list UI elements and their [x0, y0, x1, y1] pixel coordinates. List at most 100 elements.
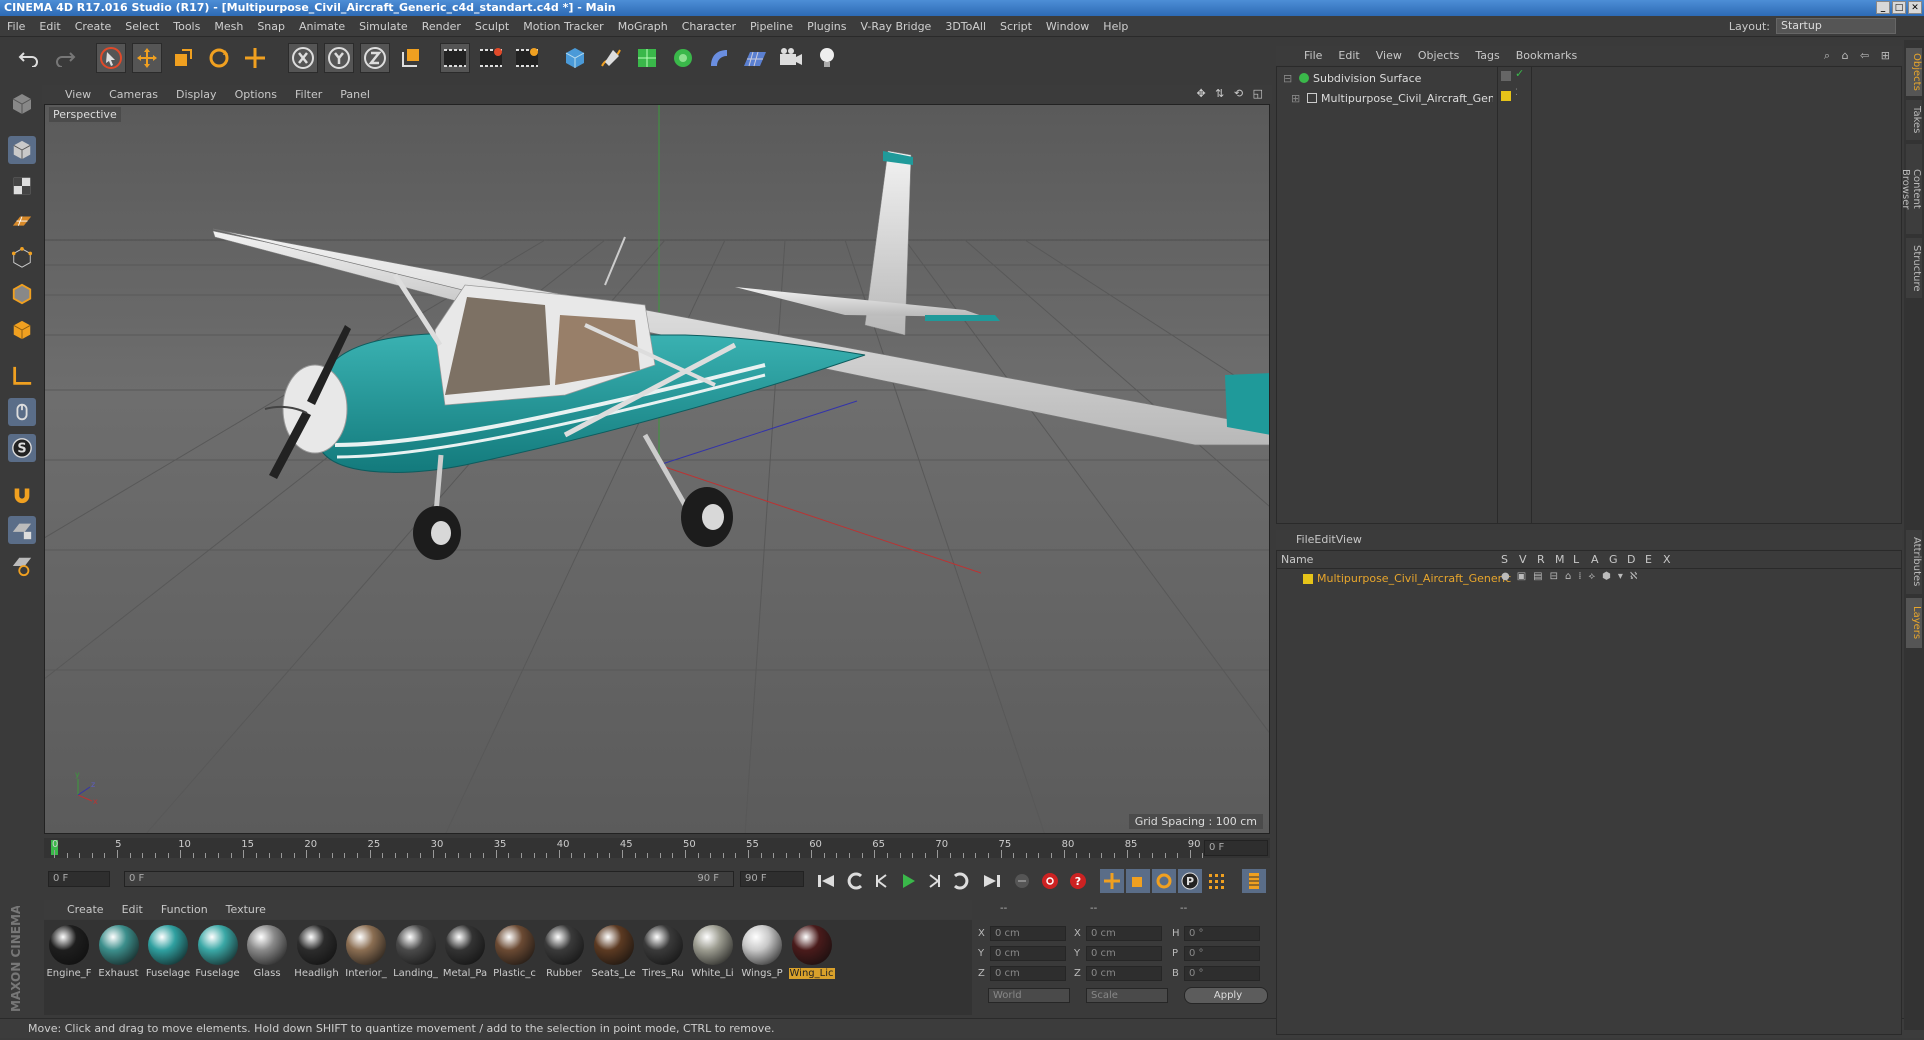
- menu-render[interactable]: Render: [415, 20, 468, 33]
- visibility-dots-icon[interactable]: ⁚: [1515, 88, 1518, 98]
- y-axis-lock-icon[interactable]: [324, 43, 354, 73]
- menu-help[interactable]: Help: [1096, 20, 1135, 33]
- coordinate-system-icon[interactable]: [396, 43, 426, 73]
- material-menu-edit[interactable]: Edit: [113, 903, 152, 916]
- expand-icon[interactable]: ⊞: [1291, 92, 1303, 105]
- material-menu-texture[interactable]: Texture: [217, 903, 275, 916]
- coordinate-mode-dropdown[interactable]: World: [988, 988, 1070, 1003]
- layer-name[interactable]: Multipurpose_Civil_Aircraft_Generic: [1317, 572, 1511, 585]
- rot-b-field[interactable]: 0 °: [1184, 966, 1260, 981]
- transform-mode-dropdown[interactable]: Scale: [1086, 988, 1168, 1003]
- recent-tools-icon[interactable]: [240, 43, 270, 73]
- tab-takes[interactable]: Takes: [1906, 100, 1922, 140]
- object-menu-edit[interactable]: Edit: [1330, 49, 1367, 62]
- tab-layers[interactable]: Layers: [1906, 598, 1922, 648]
- snap-s-icon[interactable]: S: [8, 434, 36, 462]
- make-editable-icon[interactable]: [8, 90, 36, 118]
- light-icon[interactable]: [812, 43, 842, 73]
- material-swatch[interactable]: Metal_Pa: [442, 922, 488, 984]
- snapping-magnet-icon[interactable]: [8, 480, 36, 508]
- object-menu-tags[interactable]: Tags: [1467, 49, 1507, 62]
- tweak-mode-icon[interactable]: [8, 398, 36, 426]
- menu-select[interactable]: Select: [118, 20, 166, 33]
- material-preview[interactable]: [395, 925, 436, 965]
- viewport-camera-label[interactable]: Perspective: [49, 107, 121, 122]
- key-scale-icon[interactable]: [1126, 869, 1150, 893]
- spline-pen-icon[interactable]: [596, 43, 626, 73]
- floor-environment-icon[interactable]: [740, 43, 770, 73]
- material-preview[interactable]: [148, 925, 188, 965]
- undo-icon[interactable]: [14, 43, 44, 73]
- prev-key-icon[interactable]: [844, 869, 868, 893]
- menu-pipeline[interactable]: Pipeline: [743, 20, 800, 33]
- menu-file[interactable]: File: [0, 20, 32, 33]
- texture-mode-icon[interactable]: [8, 172, 36, 200]
- layout-dropdown[interactable]: Startup: [1776, 18, 1896, 34]
- axis-mode-icon[interactable]: [8, 362, 36, 390]
- menu-3dtoall[interactable]: 3DToAll: [938, 20, 993, 33]
- planar-workplane-icon[interactable]: [8, 552, 36, 580]
- key-position-icon[interactable]: [1100, 869, 1124, 893]
- tab-content-browser[interactable]: Content Browser: [1900, 144, 1922, 234]
- coord-x-position-field[interactable]: 0 cm: [990, 926, 1066, 941]
- material-preview[interactable]: [98, 925, 139, 965]
- menu-window[interactable]: Window: [1039, 20, 1096, 33]
- workplane-lock-icon[interactable]: [8, 516, 36, 544]
- object-row-subdivision[interactable]: ⊟ Subdivision Surface: [1277, 69, 1499, 87]
- tab-structure[interactable]: Structure: [1906, 238, 1922, 298]
- material-preview[interactable]: [544, 925, 584, 965]
- object-menu-objects[interactable]: Objects: [1410, 49, 1468, 62]
- viewport-menu-view[interactable]: View: [56, 88, 100, 101]
- material-menu-function[interactable]: Function: [152, 903, 217, 916]
- material-swatch[interactable]: Exhaust: [96, 922, 142, 984]
- viewport-nav-icons[interactable]: ✥ ⇅ ⟲ ◱: [1196, 87, 1266, 100]
- material-swatch[interactable]: Rubber: [541, 922, 587, 984]
- material-preview[interactable]: [247, 925, 287, 965]
- size-y-field[interactable]: 0 cm: [1086, 946, 1162, 961]
- timeline-window-icon[interactable]: [1242, 869, 1266, 893]
- layer-color-swatch[interactable]: [1303, 574, 1313, 584]
- max-frame-field[interactable]: 90 F: [740, 871, 804, 887]
- maximize-icon[interactable]: □: [1892, 1, 1906, 14]
- material-preview[interactable]: [296, 925, 337, 965]
- material-preview[interactable]: [494, 925, 535, 965]
- object-menu-view[interactable]: View: [1368, 49, 1410, 62]
- rotate-tool-icon[interactable]: [204, 43, 234, 73]
- layer-row[interactable]: Multipurpose_Civil_Aircraft_Generic ●▣▤⊟…: [1277, 571, 1901, 587]
- render-picture-viewer-icon[interactable]: [476, 43, 506, 73]
- material-swatch[interactable]: Tires_Ru: [640, 922, 686, 984]
- rot-p-field[interactable]: 0 °: [1184, 946, 1260, 961]
- close-icon[interactable]: ✕: [1908, 1, 1922, 14]
- material-swatch[interactable]: White_Li: [690, 922, 736, 984]
- material-swatch[interactable]: Glass: [244, 922, 290, 984]
- object-row-aircraft[interactable]: ⊞ Multipurpose_Civil_Aircraft_Generic: [1277, 89, 1499, 107]
- menu-animate[interactable]: Animate: [292, 20, 352, 33]
- deformer-bend-icon[interactable]: [704, 43, 734, 73]
- material-preview[interactable]: [791, 925, 832, 965]
- expand-icon[interactable]: ⊟: [1283, 72, 1295, 85]
- render-view-icon[interactable]: [440, 43, 470, 73]
- menu-create[interactable]: Create: [68, 20, 119, 33]
- coord-z-position-field[interactable]: 0 cm: [990, 966, 1066, 981]
- tab-attributes[interactable]: Attributes: [1906, 530, 1922, 594]
- material-swatch[interactable]: Plastic_c: [492, 922, 538, 984]
- scale-tool-icon[interactable]: [168, 43, 198, 73]
- viewport-menu-filter[interactable]: Filter: [286, 88, 331, 101]
- size-z-field[interactable]: 0 cm: [1086, 966, 1162, 981]
- menu-plugins[interactable]: Plugins: [800, 20, 853, 33]
- menu-snap[interactable]: Snap: [250, 20, 292, 33]
- menu-tools[interactable]: Tools: [166, 20, 207, 33]
- menu-motion-tracker[interactable]: Motion Tracker: [516, 20, 610, 33]
- layer-color-swatch[interactable]: [1501, 91, 1511, 101]
- x-axis-lock-icon[interactable]: [288, 43, 318, 73]
- material-preview[interactable]: [49, 925, 89, 965]
- material-preview[interactable]: [643, 925, 683, 965]
- autokey-icon[interactable]: ?: [1066, 869, 1090, 893]
- cube-primitive-icon[interactable]: [560, 43, 590, 73]
- viewport-menu-display[interactable]: Display: [167, 88, 226, 101]
- edges-mode-icon[interactable]: [8, 280, 36, 308]
- material-preview[interactable]: [692, 925, 733, 965]
- material-swatch[interactable]: Seats_Le: [591, 922, 637, 984]
- tab-objects[interactable]: Objects: [1906, 48, 1922, 96]
- material-preview[interactable]: [742, 925, 782, 965]
